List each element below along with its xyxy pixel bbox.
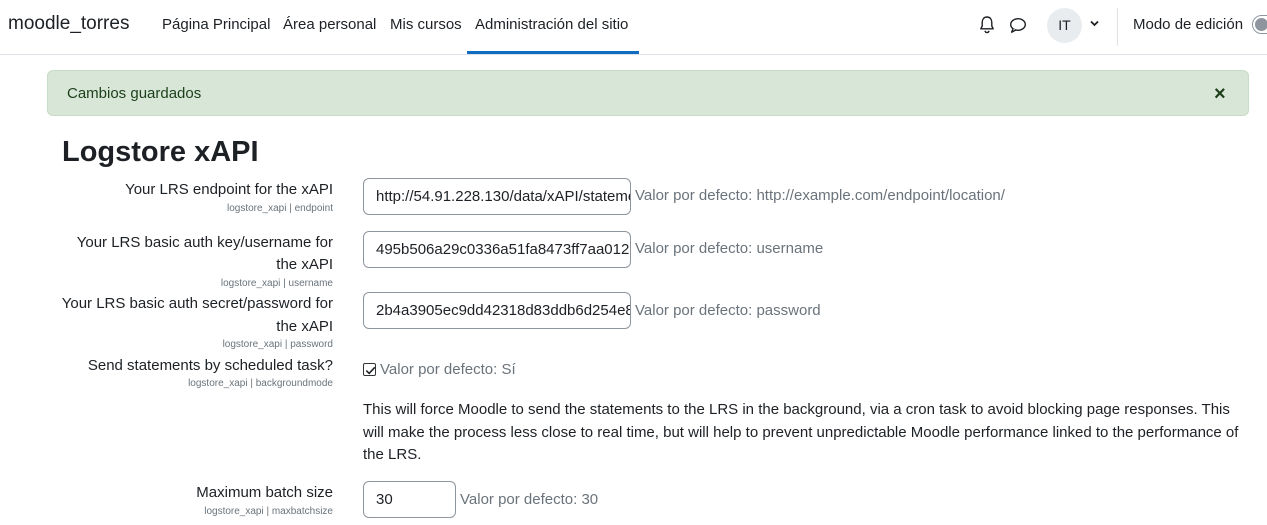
endpoint-default: Valor por defecto: http://example.com/en…	[635, 187, 1005, 204]
check-icon	[365, 366, 376, 375]
nav-my-courses[interactable]: Mis cursos	[390, 16, 462, 54]
username-input[interactable]: 495b506a29c0336a51fa8473ff7aa0123	[363, 231, 631, 268]
navbar-divider	[1117, 8, 1118, 46]
close-icon[interactable]: ×	[1214, 84, 1226, 104]
bell-icon[interactable]	[976, 14, 998, 36]
backgroundmode-setting-name: logstore_xapi | backgroundmode	[188, 378, 333, 389]
nav-home[interactable]: Página Principal	[162, 16, 270, 54]
password-label-line1: Your LRS basic auth secret/password for	[61, 295, 333, 312]
chevron-down-icon[interactable]	[1089, 18, 1100, 32]
endpoint-setting-name: logstore_xapi | endpoint	[226, 203, 333, 214]
maxbatchsize-label: Maximum batch size	[196, 484, 333, 501]
success-alert: Cambios guardados ×	[47, 70, 1249, 116]
password-label-line2: the xAPI	[276, 318, 333, 335]
backgroundmode-description: This will force Moodle to send the state…	[363, 401, 1239, 463]
maxbatchsize-input[interactable]: 30	[363, 481, 456, 518]
password-default: Valor por defecto: password	[635, 302, 821, 319]
page-title: Logstore xAPI	[62, 136, 259, 168]
nav-site-admin[interactable]: Administración del sitio	[467, 16, 639, 54]
backgroundmode-checkbox[interactable]	[363, 363, 376, 376]
top-navbar: moodle_torres Página Principal Área pers…	[0, 0, 1267, 55]
alert-message: Cambios guardados	[67, 85, 202, 102]
password-input[interactable]: 2b4a3905ec9dd42318d83ddb6d254e8	[363, 292, 631, 329]
site-brand[interactable]: moodle_torres	[8, 13, 129, 35]
edit-mode-toggle[interactable]	[1252, 15, 1267, 34]
endpoint-label: Your LRS endpoint for the xAPI	[125, 181, 333, 198]
toggle-knob	[1255, 18, 1267, 31]
username-setting-name: logstore_xapi | username	[220, 278, 333, 289]
chat-icon[interactable]	[1007, 14, 1029, 36]
edit-mode-label: Modo de edición	[1133, 16, 1244, 33]
password-setting-name: logstore_xapi | password	[222, 339, 333, 350]
username-label-line1: Your LRS basic auth key/username for	[76, 234, 333, 251]
nav-dashboard[interactable]: Área personal	[283, 16, 376, 54]
backgroundmode-default: Valor por defecto: Sí	[380, 361, 516, 378]
backgroundmode-label: Send statements by scheduled task?	[87, 357, 333, 374]
endpoint-input[interactable]: http://54.91.228.130/data/xAPI/statement…	[363, 178, 631, 215]
user-avatar[interactable]: IT	[1047, 8, 1082, 43]
username-default: Valor por defecto: username	[635, 240, 824, 257]
maxbatchsize-default: Valor por defecto: 30	[460, 491, 599, 508]
maxbatchsize-setting-name: logstore_xapi | maxbatchsize	[204, 506, 333, 517]
username-label-line2: the xAPI	[276, 256, 333, 273]
